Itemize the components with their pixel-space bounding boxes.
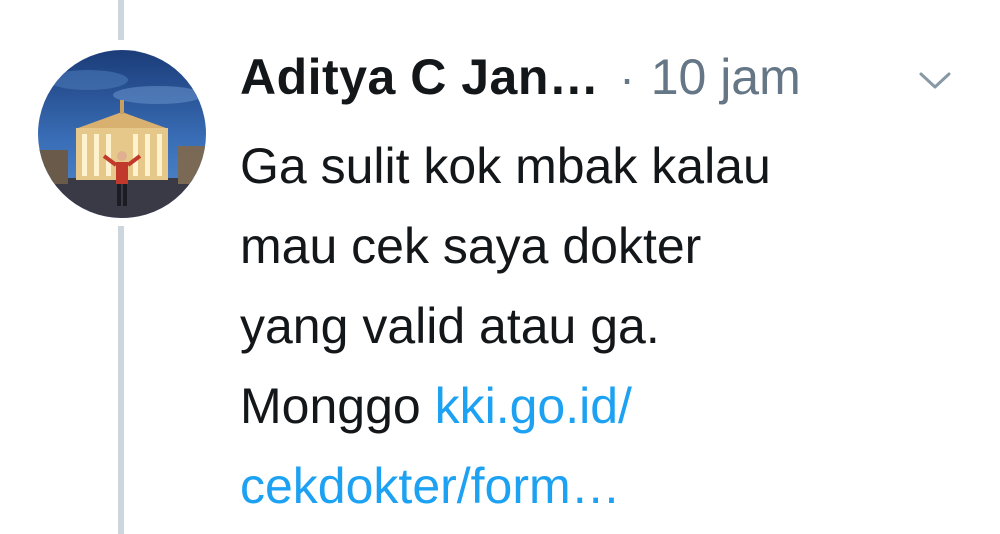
tweet-text-line: mau cek saya dokter [240,218,702,274]
tweet-text-line: yang valid atau ga. [240,298,660,354]
tweet-link[interactable]: kki.go.id/ [435,378,632,434]
tweet-content: Aditya C Jan… · 10 jam Ga sulit kok mbak… [240,48,980,526]
thread-line-top [118,0,124,40]
tweet-timestamp[interactable]: 10 jam [651,48,801,106]
tweet-text: Ga sulit kok mbak kalau mau cek saya dok… [240,126,980,526]
tweet-text-prefix: Monggo [240,378,435,434]
tweet-link-continued[interactable]: cekdokter/form… [240,446,980,526]
tweet-text-line: Ga sulit kok mbak kalau [240,138,771,194]
author-name[interactable]: Aditya C Jan… [240,48,599,106]
chevron-down-icon[interactable] [917,68,953,92]
avatar[interactable] [38,50,206,218]
tweet[interactable]: Aditya C Jan… · 10 jam Ga sulit kok mbak… [0,0,1000,534]
tweet-text-line-last: Monggo kki.go.id/ [240,366,980,446]
thread-line-bottom [118,226,124,534]
separator-dot: · [619,52,635,104]
tweet-header: Aditya C Jan… · 10 jam [240,48,980,112]
avatar-photo [38,50,206,218]
